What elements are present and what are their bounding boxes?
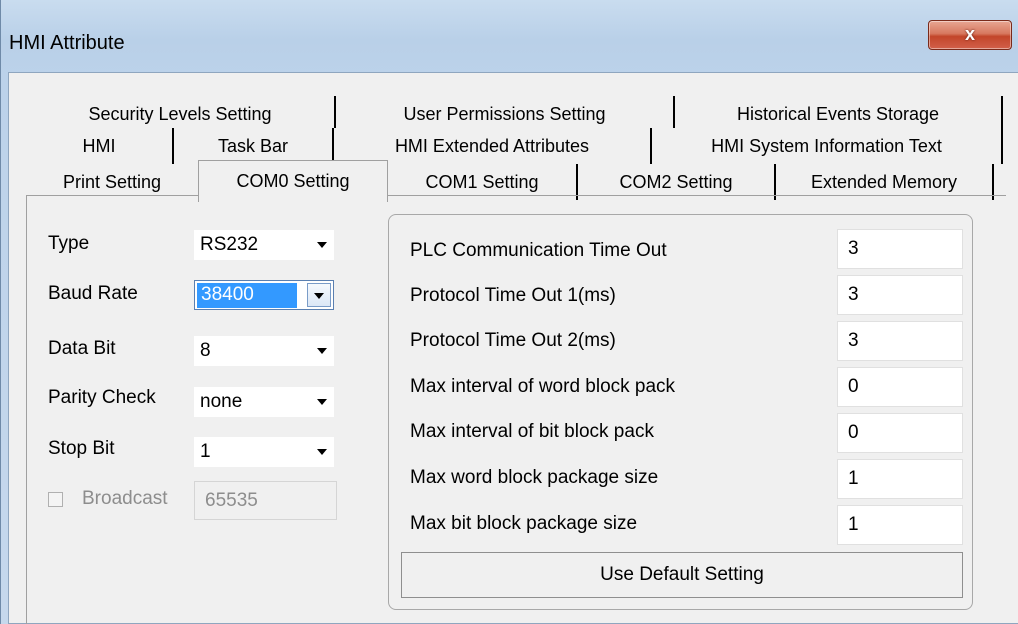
use-default-setting-button[interactable]: Use Default Setting bbox=[401, 552, 963, 598]
param-label: Max interval of word block pack bbox=[410, 376, 676, 397]
param-label: Max word block package size bbox=[410, 467, 659, 488]
param-value: 1 bbox=[848, 468, 859, 489]
stop-bit-select[interactable]: 1 bbox=[194, 437, 334, 467]
type-value: RS232 bbox=[200, 234, 259, 255]
tab-row-1: Security Levels Setting User Permissions… bbox=[26, 96, 1003, 132]
baud-rate-value: 38400 bbox=[197, 283, 297, 308]
chevron-down-icon bbox=[317, 399, 327, 405]
protocol-timeout-1-field[interactable]: 3 bbox=[837, 275, 963, 315]
close-icon: x bbox=[964, 24, 975, 44]
type-label: Type bbox=[48, 233, 90, 254]
data-bit-select[interactable]: 8 bbox=[194, 336, 334, 366]
window-title: HMI Attribute bbox=[9, 32, 125, 54]
param-value: 0 bbox=[848, 376, 859, 397]
tab-hmi[interactable]: HMI bbox=[26, 128, 174, 164]
broadcast-address-value: 65535 bbox=[205, 490, 258, 511]
chevron-down-icon bbox=[317, 449, 327, 455]
param-label: Protocol Time Out 2(ms) bbox=[410, 330, 616, 351]
broadcast-address-field[interactable]: 65535 bbox=[194, 481, 337, 520]
tab-com0-setting[interactable]: COM0 Setting bbox=[198, 160, 388, 202]
param-value: 1 bbox=[848, 514, 859, 535]
parity-check-select[interactable]: none bbox=[194, 387, 334, 417]
max-word-package-size-field[interactable]: 1 bbox=[837, 459, 963, 499]
tab-hmi-system-information-text[interactable]: HMI System Information Text bbox=[652, 128, 1003, 164]
tab-hmi-extended-attributes[interactable]: HMI Extended Attributes bbox=[334, 128, 652, 164]
parity-check-value: none bbox=[200, 391, 243, 412]
param-value: 3 bbox=[848, 330, 859, 351]
param-value: 0 bbox=[848, 422, 859, 443]
chevron-down-icon bbox=[317, 242, 327, 248]
max-bit-package-size-field[interactable]: 1 bbox=[837, 505, 963, 545]
tab-security-levels-setting[interactable]: Security Levels Setting bbox=[26, 96, 336, 132]
chevron-down-icon bbox=[314, 293, 324, 299]
max-bit-interval-field[interactable]: 0 bbox=[837, 413, 963, 453]
type-select[interactable]: RS232 bbox=[194, 230, 334, 260]
param-label: Protocol Time Out 1(ms) bbox=[410, 285, 616, 306]
tab-row-2: HMI Task Bar HMI Extended Attributes HMI… bbox=[26, 128, 1003, 164]
baud-rate-select[interactable]: 38400 bbox=[194, 280, 334, 310]
data-bit-value: 8 bbox=[200, 340, 211, 361]
param-value: 3 bbox=[848, 284, 859, 305]
stop-bit-value: 1 bbox=[200, 441, 211, 462]
broadcast-checkbox[interactable] bbox=[48, 492, 63, 507]
max-word-interval-field[interactable]: 0 bbox=[837, 367, 963, 407]
broadcast-label: Broadcast bbox=[82, 488, 168, 509]
timing-group-box bbox=[388, 214, 973, 610]
plc-timeout-field[interactable]: 3 bbox=[837, 229, 963, 269]
close-button[interactable]: x bbox=[928, 20, 1012, 50]
use-default-setting-label: Use Default Setting bbox=[600, 564, 764, 585]
param-label: Max bit block package size bbox=[410, 513, 638, 534]
tab-user-permissions-setting[interactable]: User Permissions Setting bbox=[336, 96, 675, 132]
parity-check-label: Parity Check bbox=[48, 387, 156, 408]
protocol-timeout-2-field[interactable]: 3 bbox=[837, 321, 963, 361]
panel-border bbox=[26, 196, 27, 624]
stop-bit-label: Stop Bit bbox=[48, 438, 115, 459]
param-value: 3 bbox=[848, 238, 859, 259]
tab-historical-events-storage[interactable]: Historical Events Storage bbox=[675, 96, 1003, 132]
title-bar[interactable]: HMI Attribute x bbox=[1, 0, 1018, 72]
dropdown-button[interactable] bbox=[307, 283, 331, 307]
chevron-down-icon bbox=[317, 348, 327, 354]
param-label: PLC Communication Time Out bbox=[410, 240, 667, 261]
baud-rate-label: Baud Rate bbox=[48, 283, 138, 304]
param-label: Max interval of bit block pack bbox=[410, 421, 654, 442]
tab-task-bar[interactable]: Task Bar bbox=[174, 128, 334, 164]
tab-divider bbox=[26, 195, 1006, 196]
data-bit-label: Data Bit bbox=[48, 338, 116, 359]
